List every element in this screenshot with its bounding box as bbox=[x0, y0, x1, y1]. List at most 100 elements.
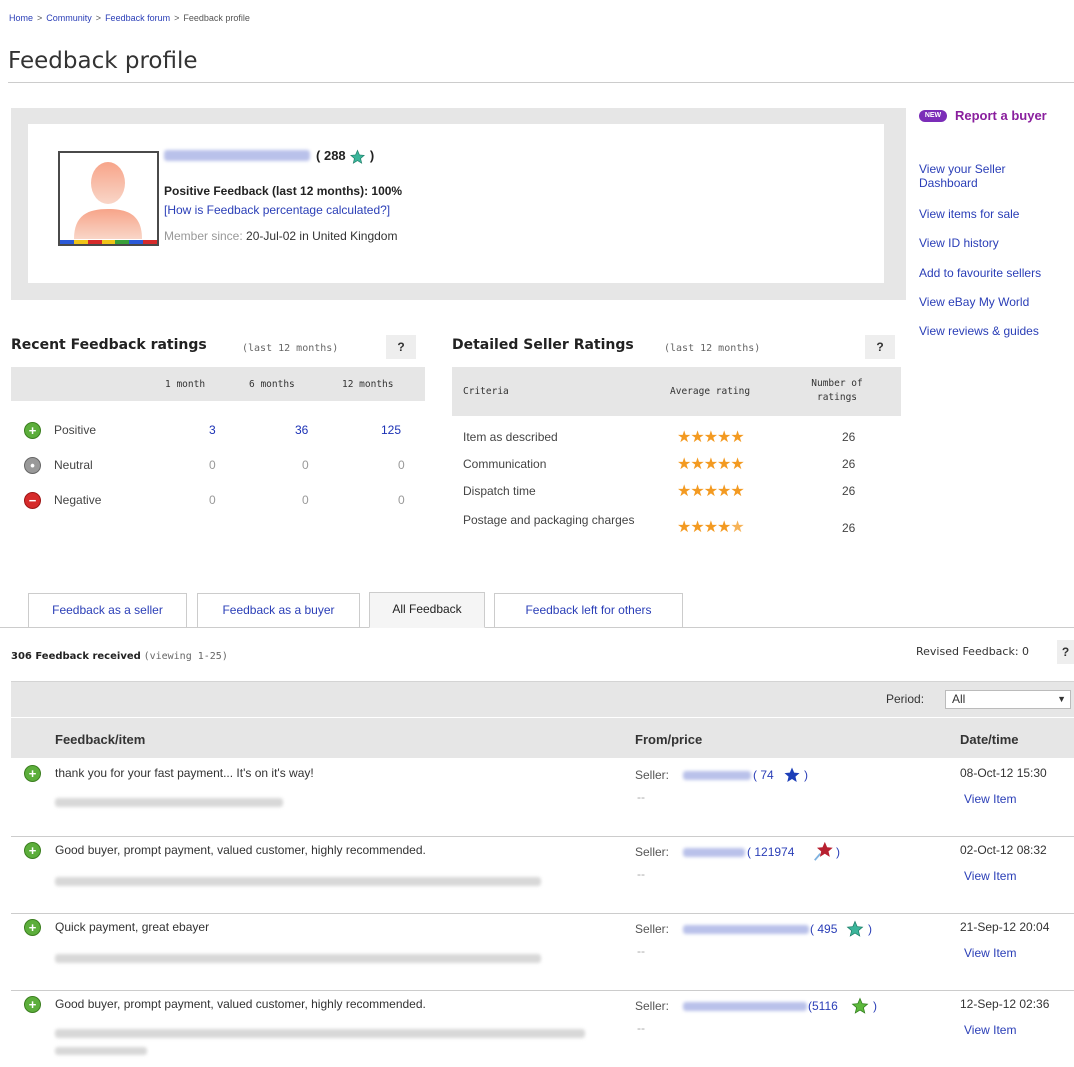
feedback-comment: Quick payment, great ebayer bbox=[55, 920, 210, 934]
id-history-link[interactable]: View ID history bbox=[919, 236, 999, 250]
item-price: -- bbox=[637, 944, 645, 958]
breadcrumb-home[interactable]: Home bbox=[9, 13, 33, 23]
blue-star-icon bbox=[784, 767, 800, 782]
feedback-count-total: 306 Feedback received bbox=[11, 651, 141, 662]
item-title-blurred[interactable] bbox=[55, 954, 541, 963]
recent-ratings-period: (last 12 months) bbox=[242, 343, 339, 354]
recent-ratings-help-button[interactable]: ? bbox=[386, 335, 416, 359]
col-average-rating: Average rating bbox=[670, 386, 751, 397]
new-badge: NEW bbox=[919, 110, 947, 122]
count-dispatch-time: 26 bbox=[842, 484, 856, 498]
report-buyer-row: NEW Report a buyer bbox=[919, 108, 1074, 128]
my-world-link[interactable]: View eBay My World bbox=[919, 295, 1029, 309]
seller-score-close: ) bbox=[873, 999, 877, 1013]
item-title-blurred[interactable] bbox=[55, 877, 541, 886]
item-title-blurred[interactable] bbox=[55, 798, 283, 807]
username-blurred[interactable] bbox=[164, 150, 310, 161]
red-shooting-star-icon bbox=[814, 841, 833, 861]
col-criteria: Criteria bbox=[463, 386, 509, 397]
revised-feedback: Revised Feedback: 0 bbox=[916, 645, 1029, 658]
tab-all-feedback[interactable]: All Feedback bbox=[369, 592, 485, 628]
rating-row-neutral: • Neutral 0 0 0 bbox=[11, 456, 425, 478]
negative-1-month: 0 bbox=[209, 493, 216, 507]
feedback-date: 21-Sep-12 20:04 bbox=[960, 920, 1050, 934]
seller-score-value: 74 bbox=[760, 768, 774, 782]
feedback-comment: Good buyer, prompt payment, valued custo… bbox=[55, 843, 426, 857]
seller-score-close: ) bbox=[868, 922, 872, 936]
detailed-ratings-help-button[interactable]: ? bbox=[865, 335, 895, 359]
page-title: Feedback profile bbox=[8, 48, 198, 74]
reviews-guides-link[interactable]: View reviews & guides bbox=[919, 324, 1039, 338]
feedback-date: 02-Oct-12 08:32 bbox=[960, 843, 1047, 857]
col-6-months: 6 months bbox=[249, 379, 295, 390]
seller-name-blurred[interactable] bbox=[683, 771, 751, 780]
sidebar-links: NEW Report a buyer View your Seller Dash… bbox=[919, 108, 1074, 348]
feedback-row: + thank you for your fast payment... It'… bbox=[11, 760, 1074, 837]
feedback-score-value: 288 bbox=[323, 148, 346, 163]
chevron-down-icon: ▼ bbox=[1057, 694, 1066, 704]
breadcrumb-separator: > bbox=[95, 13, 102, 23]
negative-6-months: 0 bbox=[302, 493, 309, 507]
item-price: -- bbox=[637, 1021, 645, 1035]
seller-name-blurred[interactable] bbox=[683, 925, 809, 934]
breadcrumb: Home > Community > Feedback forum > Feedback p… bbox=[9, 13, 250, 23]
from-role: Seller: bbox=[635, 768, 670, 782]
feedback-count-viewing: (viewing 1-25) bbox=[143, 651, 228, 662]
positive-icon: + bbox=[24, 919, 41, 936]
negative-icon: − bbox=[24, 492, 41, 509]
star-rating-communication: ★★★★★ bbox=[677, 456, 745, 473]
feedback-comment: Good buyer, prompt payment, valued custo… bbox=[55, 997, 426, 1011]
tab-feedback-as-seller[interactable]: Feedback as a seller bbox=[28, 593, 187, 627]
score-paren-close: ) bbox=[369, 148, 375, 163]
count-postage-packaging: 26 bbox=[842, 521, 856, 535]
feedback-percentage-help-link[interactable]: [How is Feedback percentage calculated?] bbox=[164, 203, 390, 217]
items-for-sale-link[interactable]: View items for sale bbox=[919, 207, 1019, 221]
rating-label: Neutral bbox=[54, 458, 93, 472]
period-select[interactable]: All ▼ bbox=[945, 690, 1071, 709]
seller-score: ( 495 bbox=[810, 922, 838, 936]
from-role: Seller: bbox=[635, 922, 670, 936]
item-title-blurred[interactable] bbox=[55, 1029, 585, 1038]
breadcrumb-feedback-forum[interactable]: Feedback forum bbox=[105, 13, 170, 23]
view-item-link[interactable]: View Item bbox=[964, 1023, 1016, 1037]
negative-12-months: 0 bbox=[398, 493, 405, 507]
member-since: Member since: 20-Jul-02 in United Kingdo… bbox=[164, 229, 397, 243]
count-item-described: 26 bbox=[842, 430, 856, 444]
view-item-link[interactable]: View Item bbox=[964, 869, 1016, 883]
breadcrumb-separator: > bbox=[37, 13, 43, 23]
view-item-link[interactable]: View Item bbox=[964, 946, 1016, 960]
report-buyer-link[interactable]: Report a buyer bbox=[955, 108, 1047, 123]
col-1-month: 1 month bbox=[165, 379, 206, 390]
positive-icon: + bbox=[24, 422, 41, 439]
criteria-postage-packaging: Postage and packaging charges bbox=[463, 513, 635, 527]
feedback-from: Seller: bbox=[635, 768, 669, 782]
seller-dashboard-link[interactable]: View your Seller Dashboard bbox=[919, 162, 1039, 190]
seller-score-value: 5116 bbox=[812, 999, 838, 1013]
seller-score-value: 495 bbox=[817, 922, 838, 936]
detailed-ratings-title: Detailed Seller Ratings bbox=[452, 337, 634, 353]
member-since-label: Member since: bbox=[164, 229, 243, 243]
member-since-value: 20-Jul-02 in United Kingdom bbox=[246, 229, 398, 243]
seller-score-close: ) bbox=[836, 845, 840, 859]
revised-feedback-help-button[interactable]: ? bbox=[1057, 640, 1074, 664]
title-divider bbox=[8, 82, 1074, 83]
seller-name-blurred[interactable] bbox=[683, 1002, 807, 1011]
positive-12-months[interactable]: 125 bbox=[381, 423, 401, 437]
neutral-6-months: 0 bbox=[302, 458, 309, 472]
detailed-ratings-period: (last 12 months) bbox=[664, 343, 761, 354]
breadcrumb-community[interactable]: Community bbox=[46, 13, 92, 23]
view-item-link[interactable]: View Item bbox=[964, 792, 1016, 806]
user-silhouette-icon bbox=[74, 162, 142, 239]
tab-feedback-as-buyer[interactable]: Feedback as a buyer bbox=[197, 593, 360, 627]
col-from-price: From/price bbox=[635, 732, 703, 747]
item-price: -- bbox=[637, 867, 645, 881]
positive-1-month[interactable]: 3 bbox=[209, 423, 216, 437]
feedback-row: + Good buyer, prompt payment, valued cus… bbox=[11, 991, 1074, 1067]
seller-name-blurred[interactable] bbox=[683, 848, 745, 857]
add-favourite-seller-link[interactable]: Add to favourite sellers bbox=[919, 266, 1041, 280]
positive-6-months[interactable]: 36 bbox=[295, 423, 308, 437]
item-title-blurred[interactable] bbox=[55, 1047, 147, 1055]
tab-feedback-left-for-others[interactable]: Feedback left for others bbox=[494, 593, 683, 627]
feedback-date: 08-Oct-12 15:30 bbox=[960, 766, 1047, 780]
col-feedback-item: Feedback/item bbox=[55, 732, 146, 747]
